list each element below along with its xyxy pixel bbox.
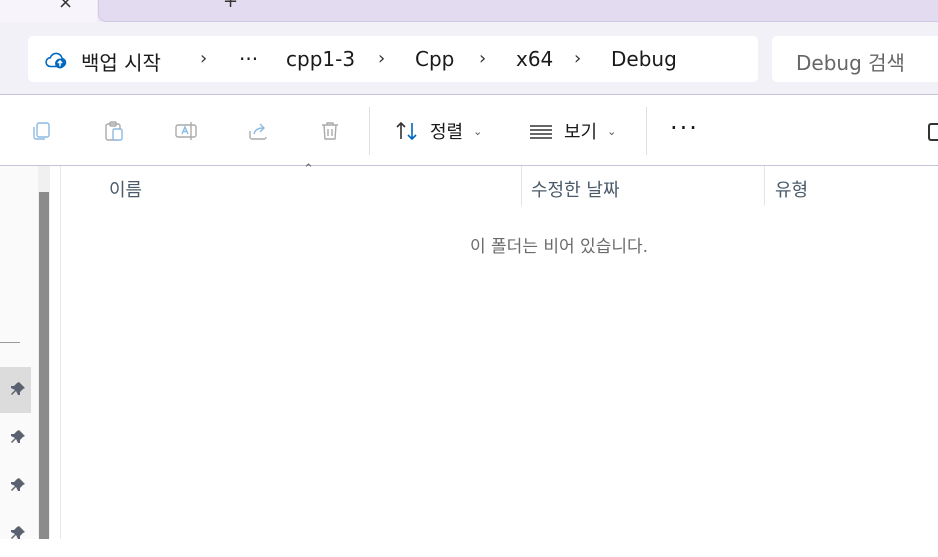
navigation-pane [0, 166, 38, 539]
view-button[interactable]: 보기 ⌄ [528, 117, 616, 145]
breadcrumb-chevron-icon[interactable]: › [574, 48, 581, 69]
pin-icon [11, 478, 25, 491]
pin-icon [11, 382, 25, 395]
view-label: 보기 [564, 122, 598, 143]
breadcrumb-item-x64[interactable]: x64 [516, 47, 553, 71]
sort-icon [396, 121, 417, 141]
share-icon[interactable] [246, 119, 270, 143]
sort-button[interactable]: 정렬 ⌄ [394, 117, 482, 145]
breadcrumb-chevron-icon[interactable]: › [200, 48, 207, 69]
column-header-date[interactable]: 수정한 날짜 [531, 176, 620, 202]
cloud-backup-icon [45, 52, 67, 69]
quick-access-item[interactable] [0, 367, 31, 413]
chevron-down-icon: ⌄ [473, 124, 483, 138]
nav-scrollbar-thumb[interactable] [39, 192, 49, 539]
new-tab-icon[interactable]: + [223, 0, 238, 12]
command-bar: 정렬 ⌄ 보기 ⌄ ··· [0, 95, 938, 166]
quick-access-item[interactable] [0, 415, 31, 461]
column-separator[interactable] [521, 166, 522, 206]
tab-close-icon[interactable]: × [58, 0, 73, 13]
search-placeholder: Debug 검색 [796, 51, 905, 75]
view-list-icon [530, 125, 552, 139]
nav-divider [0, 342, 20, 343]
sort-label: 정렬 [430, 122, 464, 143]
more-options-icon[interactable]: ··· [670, 116, 699, 140]
paste-icon[interactable] [102, 119, 126, 143]
toolbar-divider [369, 107, 370, 155]
delete-icon[interactable] [318, 119, 342, 143]
active-tab[interactable]: × [0, 0, 97, 22]
search-input[interactable]: Debug 검색 [772, 36, 938, 82]
chevron-down-icon: ⌄ [607, 124, 617, 138]
empty-folder-message: 이 폴더는 비어 있습니다. [470, 237, 649, 257]
quick-access-item[interactable] [0, 463, 31, 509]
breadcrumb-overflow[interactable]: ··· [239, 47, 258, 71]
column-header-type[interactable]: 유형 [775, 176, 808, 202]
toolbar-divider [646, 107, 647, 155]
column-separator[interactable] [764, 166, 765, 206]
breadcrumb[interactable]: 백업 시작 › ··· cpp1-3 › Cpp › x64 › Debug [28, 36, 758, 82]
pin-icon [11, 430, 25, 443]
rename-icon[interactable] [174, 119, 198, 143]
breadcrumb-item-debug[interactable]: Debug [611, 47, 677, 71]
address-row: 백업 시작 › ··· cpp1-3 › Cpp › x64 › Debug D… [0, 22, 938, 94]
pane-border [60, 166, 61, 539]
details-pane-icon[interactable] [928, 123, 938, 141]
breadcrumb-item-cpp1-3[interactable]: cpp1-3 [286, 47, 355, 71]
column-header-name[interactable]: 이름 [109, 176, 142, 202]
breadcrumb-chevron-icon[interactable]: › [378, 48, 385, 69]
sort-ascending-icon: ⌃ [303, 162, 314, 177]
tab-strip: × + [0, 0, 938, 22]
breadcrumb-item-backup[interactable]: 백업 시작 [81, 47, 161, 76]
copy-icon[interactable] [30, 119, 54, 143]
breadcrumb-item-cpp[interactable]: Cpp [415, 47, 454, 71]
tab-bar-background: + [98, 0, 938, 22]
quick-access-item[interactable] [0, 511, 31, 557]
breadcrumb-chevron-icon[interactable]: › [479, 48, 486, 69]
